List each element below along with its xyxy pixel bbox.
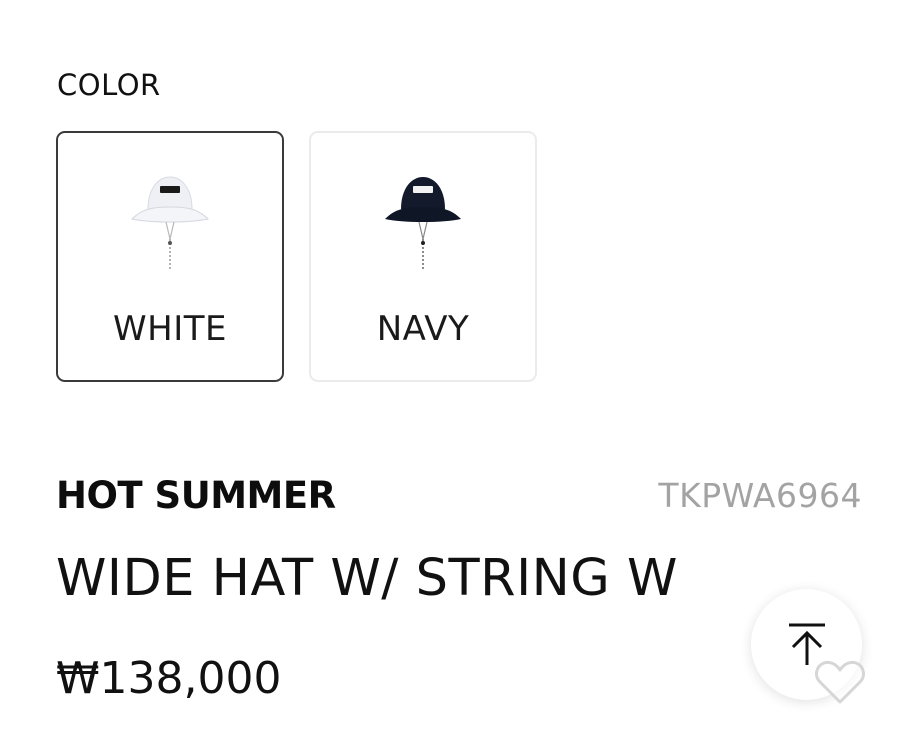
product-title: WIDE HAT W/ STRING W	[56, 549, 678, 608]
color-option-white[interactable]: WHITE	[56, 131, 284, 382]
color-option-navy[interactable]: NAVY	[309, 131, 537, 382]
product-price: ₩138,000	[56, 653, 282, 704]
color-section-label: COLOR	[57, 68, 161, 102]
product-detail-page: COLOR WHITE NAVY HOT SUMMER TKPWA6964 WI…	[0, 0, 919, 750]
product-brand: HOT SUMMER	[56, 474, 336, 517]
heart-outline-icon[interactable]	[814, 658, 866, 706]
navy-bucket-hat-image	[385, 177, 461, 269]
white-bucket-hat-image	[130, 176, 210, 269]
product-sku: TKPWA6964	[658, 476, 862, 515]
color-option-label: WHITE	[113, 309, 227, 349]
color-option-label: NAVY	[376, 309, 470, 349]
